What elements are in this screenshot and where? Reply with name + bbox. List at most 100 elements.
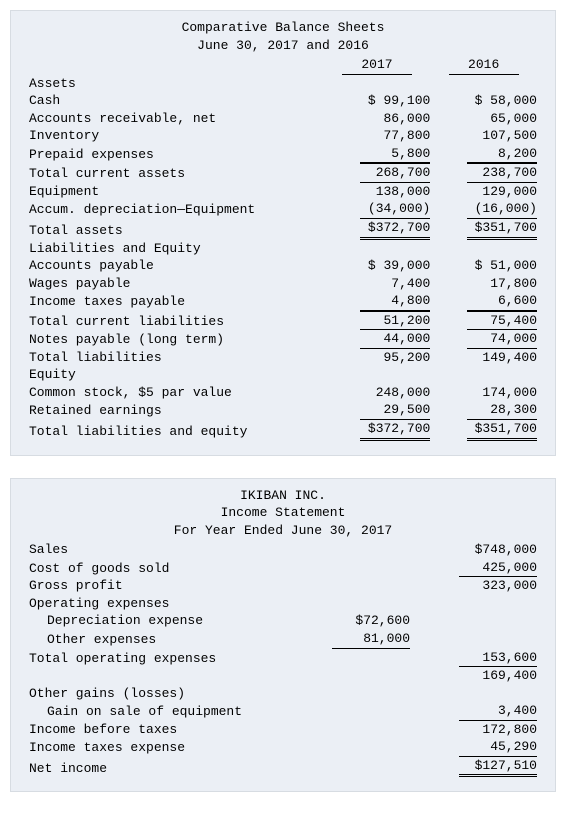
amount-cell: $372,700 xyxy=(324,420,431,441)
amount-cell: 4,800 xyxy=(324,292,431,311)
amount-cell: 425,000 xyxy=(410,559,537,578)
amount-cell: 268,700 xyxy=(324,163,431,183)
amount-cell: $ 99,100 xyxy=(324,92,431,110)
amount-cell: 138,000 xyxy=(324,183,431,201)
section-assets: Assets xyxy=(29,75,324,93)
amount-cell xyxy=(410,595,537,613)
amount-cell: 6,600 xyxy=(430,292,537,311)
net-income-label: Net income xyxy=(29,757,283,778)
is-title-line2: Income Statement xyxy=(29,504,537,522)
amount-cell: 149,400 xyxy=(430,349,537,367)
balance-sheet-title: Comparative Balance Sheets June 30, 2017… xyxy=(29,19,537,54)
total-liab-equity-label: Total liabilities and equity xyxy=(29,420,324,441)
amount-cell: $127,510 xyxy=(410,757,537,778)
row-label: Cash xyxy=(29,92,324,110)
amount-cell: 77,800 xyxy=(324,127,431,145)
amount-cell: $ 58,000 xyxy=(430,92,537,110)
amount-cell: 174,000 xyxy=(430,384,537,402)
row-label: Total current assets xyxy=(29,163,324,183)
amount-cell: 29,500 xyxy=(324,401,431,420)
amount-cell xyxy=(283,685,410,703)
row-label: Other expenses xyxy=(29,630,283,649)
amount-cell: 8,200 xyxy=(430,145,537,164)
amount-cell: 44,000 xyxy=(324,330,431,349)
amount-cell: 28,300 xyxy=(430,401,537,420)
bs-title-line2: June 30, 2017 and 2016 xyxy=(29,37,537,55)
amount-cell: 7,400 xyxy=(324,275,431,293)
section-equity: Equity xyxy=(29,366,324,384)
row-label: Total liabilities xyxy=(29,349,324,367)
amount-cell xyxy=(283,721,410,739)
row-label: Income taxes payable xyxy=(29,292,324,311)
row-label: Gain on sale of equipment xyxy=(29,702,283,721)
row-label: Prepaid expenses xyxy=(29,145,324,164)
amount-cell: $72,600 xyxy=(283,612,410,630)
amount-cell: 323,000 xyxy=(410,577,537,595)
amount-cell: 248,000 xyxy=(324,384,431,402)
amount-cell: 153,600 xyxy=(410,649,537,668)
row-label: Equipment xyxy=(29,183,324,201)
row-label: Depreciation expense xyxy=(29,612,283,630)
row-label: Other gains (losses) xyxy=(29,685,283,703)
amount-cell: 169,400 xyxy=(410,667,537,685)
row-label: Notes payable (long term) xyxy=(29,330,324,349)
row-label: Total operating expenses xyxy=(29,649,283,668)
col-2016: 2016 xyxy=(430,56,537,75)
row-label xyxy=(29,667,283,685)
amount-cell: (16,000) xyxy=(430,200,537,219)
amount-cell xyxy=(283,702,410,721)
amount-cell xyxy=(410,630,537,649)
row-label: Cost of goods sold xyxy=(29,559,283,578)
blank xyxy=(29,56,324,75)
section-liabilities: Liabilities and Equity xyxy=(29,240,324,258)
row-label: Accum. depreciation—Equipment xyxy=(29,200,324,219)
is-title-line1: IKIBAN INC. xyxy=(29,487,537,505)
income-statement: IKIBAN INC. Income Statement For Year En… xyxy=(10,478,556,793)
row-label: Operating expenses xyxy=(29,595,283,613)
amount-cell xyxy=(283,559,410,578)
amount-cell: 74,000 xyxy=(430,330,537,349)
amount-cell: 45,290 xyxy=(410,738,537,757)
amount-cell: 17,800 xyxy=(430,275,537,293)
amount-cell xyxy=(283,577,410,595)
col-2017: 2017 xyxy=(324,56,431,75)
amount-cell: $372,700 xyxy=(324,219,431,240)
amount-cell: 65,000 xyxy=(430,110,537,128)
row-label: Wages payable xyxy=(29,275,324,293)
amount-cell: $748,000 xyxy=(410,541,537,559)
row-label: Inventory xyxy=(29,127,324,145)
row-label: Income taxes expense xyxy=(29,738,283,757)
amount-cell: 238,700 xyxy=(430,163,537,183)
amount-cell: $ 39,000 xyxy=(324,257,431,275)
row-label: Gross profit xyxy=(29,577,283,595)
row-label: Sales xyxy=(29,541,283,559)
amount-cell xyxy=(283,649,410,668)
amount-cell: $351,700 xyxy=(430,219,537,240)
income-statement-title: IKIBAN INC. Income Statement For Year En… xyxy=(29,487,537,540)
amount-cell xyxy=(283,757,410,778)
amount-cell: 95,200 xyxy=(324,349,431,367)
amount-cell xyxy=(410,612,537,630)
amount-cell: $351,700 xyxy=(430,420,537,441)
amount-cell xyxy=(283,541,410,559)
is-title-line3: For Year Ended June 30, 2017 xyxy=(29,522,537,540)
amount-cell: $ 51,000 xyxy=(430,257,537,275)
income-statement-table: Sales $748,000 Cost of goods sold 425,000 Gr… xyxy=(29,541,537,777)
amount-cell xyxy=(283,738,410,757)
amount-cell xyxy=(410,685,537,703)
amount-cell: 172,800 xyxy=(410,721,537,739)
row-label: Retained earnings xyxy=(29,401,324,420)
row-label: Accounts payable xyxy=(29,257,324,275)
balance-sheet-table: 20172016 AssetsCash$ 99,100$ 58,000 Accoun… xyxy=(29,56,537,440)
amount-cell: 81,000 xyxy=(283,630,410,649)
amount-cell: 5,800 xyxy=(324,145,431,164)
total-assets-label: Total assets xyxy=(29,219,324,240)
row-label: Income before taxes xyxy=(29,721,283,739)
amount-cell: 107,500 xyxy=(430,127,537,145)
row-label: Total current liabilities xyxy=(29,311,324,331)
row-label: Common stock, $5 par value xyxy=(29,384,324,402)
amount-cell: 86,000 xyxy=(324,110,431,128)
amount-cell xyxy=(283,595,410,613)
balance-sheet: Comparative Balance Sheets June 30, 2017… xyxy=(10,10,556,456)
amount-cell xyxy=(283,667,410,685)
